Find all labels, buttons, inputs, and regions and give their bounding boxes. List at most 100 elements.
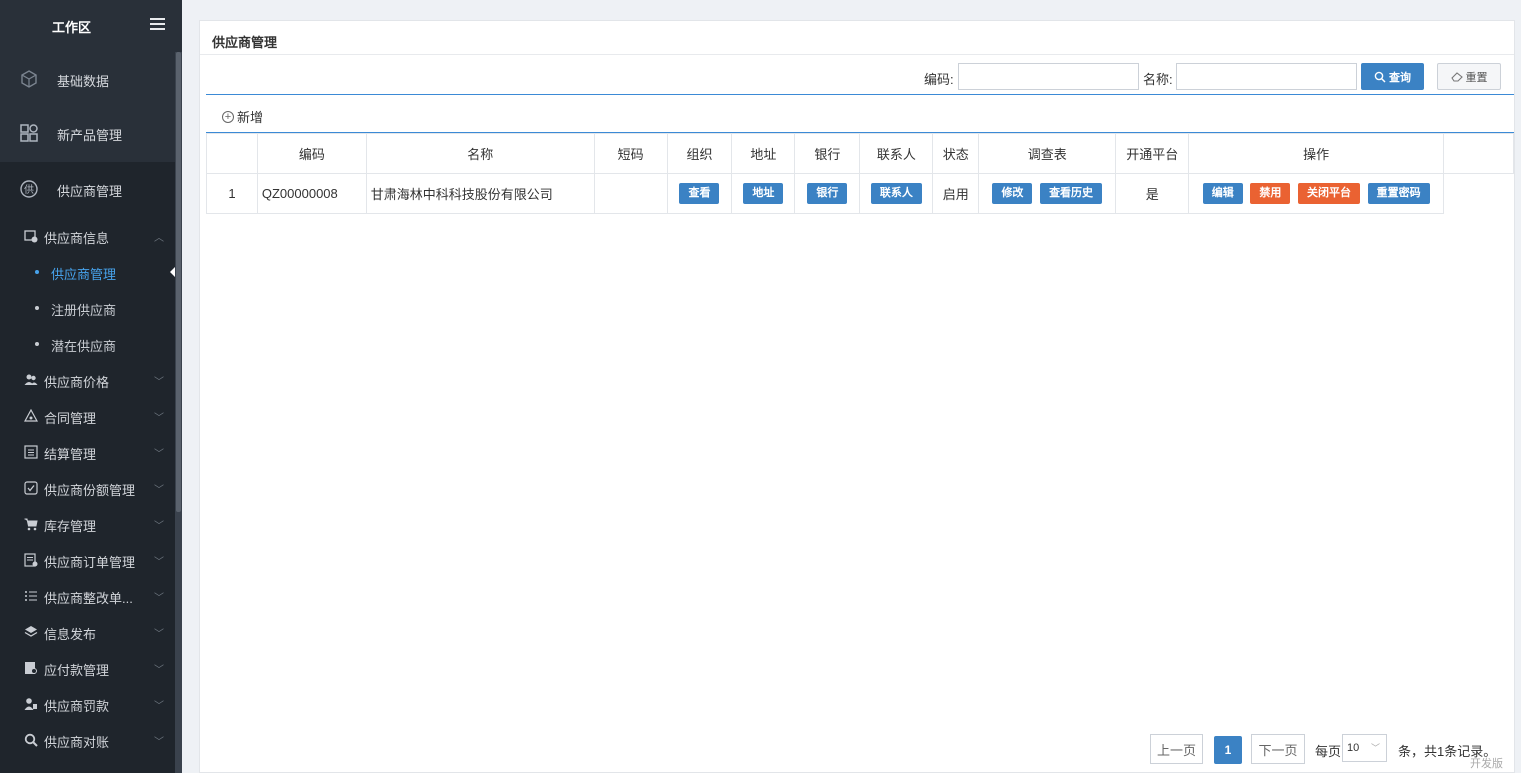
short-code: [593, 173, 668, 214]
sidebar-item-supplier-management[interactable]: 供 供应商管理: [0, 162, 175, 216]
sidebar-group-inventory[interactable]: 库存管理 ﹀: [0, 506, 175, 542]
bullet-list-icon: [24, 589, 38, 603]
column-header: 调查表: [978, 133, 1117, 174]
edit-button[interactable]: 编辑: [1202, 183, 1243, 204]
sidebar-leaf-label: 注册供应商: [51, 303, 117, 318]
disable-button[interactable]: 禁用: [1250, 183, 1291, 204]
sidebar-item-basic-data[interactable]: 基础数据: [0, 52, 175, 106]
column-header: [1443, 133, 1514, 174]
plus-circle-icon: +: [222, 110, 234, 123]
sidebar-group-label: 合同管理: [44, 411, 97, 426]
sidebar-group-contract[interactable]: 合同管理 ﹀: [0, 398, 175, 434]
sidebar-leaf-supplier-management[interactable]: 供应商管理: [0, 254, 176, 290]
sidebar-group-label: 供应商价格: [44, 375, 110, 390]
contact-button[interactable]: 联系人: [870, 183, 922, 204]
sidebar-group-label: 结算管理: [44, 447, 97, 462]
cube-icon: [19, 69, 39, 89]
table-row[interactable]: 1 QZ00000008 甘肃海林中科科技股份有限公司 查看 地址 银行 联系人…: [206, 173, 1514, 214]
main-panel: 供应商管理 编码: 名称: 查询 重置 + 新增 编码 名称 短码 组织 地址 …: [199, 20, 1515, 773]
bank-button[interactable]: 银行: [807, 183, 848, 204]
sidebar-scrollbar[interactable]: [175, 52, 182, 773]
sidebar-group-order[interactable]: 供应商订单管理 ﹀: [0, 542, 175, 578]
name-input[interactable]: [1176, 63, 1357, 90]
code-input[interactable]: [958, 63, 1139, 90]
page-title: 供应商管理: [212, 35, 278, 50]
reset-button[interactable]: 重置: [1437, 63, 1501, 90]
chevron-down-icon: ﹀: [154, 593, 164, 604]
sidebar-group-supplier-info[interactable]: 供应商信息 ︿: [0, 218, 175, 254]
sidebar-leaf-label: 供应商管理: [51, 267, 117, 282]
prev-page-button[interactable]: 上一页: [1150, 734, 1203, 764]
sidebar-leaf-potential-supplier[interactable]: 潜在供应商: [0, 326, 175, 362]
supplier-table: 编码 名称 短码 组织 地址 银行 联系人 状态 调查表 开通平台 操作 1 Q…: [206, 133, 1514, 214]
query-button[interactable]: 查询: [1361, 63, 1424, 90]
chevron-down-icon: ﹀: [154, 665, 164, 676]
view-history-button[interactable]: 查看历史: [1040, 183, 1103, 204]
add-button[interactable]: + 新增: [222, 107, 263, 126]
reset-password-button[interactable]: 重置密码: [1367, 183, 1430, 204]
code-label: 编码:: [924, 72, 954, 87]
sidebar-group-label: 供应商份额管理: [44, 483, 136, 498]
chevron-down-icon: ﹀: [1370, 743, 1380, 753]
sidebar-group-settlement[interactable]: 结算管理 ﹀: [0, 434, 175, 470]
sidebar-group-reconciliation[interactable]: 供应商对账 ﹀: [0, 722, 175, 758]
sidebar-group-penalty[interactable]: 供应商罚款 ﹀: [0, 686, 175, 722]
search-icon: [24, 733, 38, 747]
menu-toggle-icon[interactable]: [150, 18, 165, 31]
bullet-icon: [35, 342, 39, 346]
sidebar-group-payable[interactable]: 应付款管理 ﹀: [0, 650, 175, 686]
sidebar-item-label: 基础数据: [57, 74, 110, 89]
sidebar-group-share[interactable]: 供应商份额管理 ﹀: [0, 470, 175, 506]
chevron-down-icon: ﹀: [154, 449, 164, 460]
platform-cell: 是: [1115, 173, 1190, 214]
sidebar-group-info-publish[interactable]: 信息发布 ﹀: [0, 614, 175, 650]
sidebar-item-label: 新产品管理: [57, 128, 123, 143]
chevron-down-icon: ﹀: [154, 413, 164, 424]
grid-icon: [19, 123, 39, 143]
sidebar-group-label: 供应商对账: [44, 735, 110, 750]
bullet-icon: [35, 306, 39, 310]
edit-survey-button[interactable]: 修改: [992, 183, 1033, 204]
order-icon: [24, 553, 38, 567]
next-page-button[interactable]: 下一页: [1251, 734, 1305, 764]
sidebar-group-supplier-price[interactable]: 供应商价格 ﹀: [0, 362, 175, 398]
org-cell: 查看: [666, 173, 733, 214]
current-page-button[interactable]: 1: [1214, 736, 1242, 764]
sidebar-group-label: 供应商整改单...: [44, 591, 133, 606]
sidebar-group-label: 供应商订单管理: [44, 555, 136, 570]
name-label: 名称:: [1143, 72, 1173, 87]
supplier-info-icon: [24, 229, 38, 243]
sidebar-group-label: 库存管理: [44, 519, 97, 534]
query-label: 查询: [1389, 71, 1411, 84]
column-header: 状态: [932, 133, 980, 174]
workspace-title: 工作区: [52, 20, 92, 35]
view-org-button[interactable]: 查看: [679, 183, 720, 204]
row-index: 1: [206, 173, 258, 214]
search-icon: [1374, 71, 1386, 83]
toolbar: + 新增: [206, 96, 1514, 133]
survey-cell: 修改 查看历史: [978, 173, 1117, 214]
per-page-label: 每页: [1315, 744, 1342, 759]
reset-label: 重置: [1465, 71, 1488, 84]
sidebar-item-new-product[interactable]: 新产品管理: [0, 106, 175, 160]
add-label: 新增: [237, 110, 264, 125]
address-button[interactable]: 地址: [743, 183, 784, 204]
users-icon: [24, 373, 38, 387]
sidebar-group-rectification[interactable]: 供应商整改单... ﹀: [0, 578, 175, 614]
operations-cell: 编辑 禁用 关闭平台 重置密码: [1188, 173, 1445, 214]
chevron-down-icon: ﹀: [154, 701, 164, 712]
scrollbar-thumb[interactable]: [176, 52, 181, 512]
per-page-select[interactable]: 10 ﹀: [1342, 734, 1387, 762]
workspace-header: 工作区: [0, 0, 175, 52]
per-page-value: 10: [1347, 742, 1360, 754]
column-header: 开通平台: [1115, 133, 1190, 174]
eraser-icon: [1450, 71, 1463, 82]
contact-cell: 联系人: [859, 173, 934, 214]
sidebar-group-label: 信息发布: [44, 627, 97, 642]
chevron-down-icon: ﹀: [154, 485, 164, 496]
close-platform-button[interactable]: 关闭平台: [1297, 183, 1360, 204]
sidebar-group-label: 供应商罚款: [44, 699, 110, 714]
column-header: 名称: [365, 133, 595, 174]
empty-cell: [1444, 174, 1514, 214]
sidebar-leaf-registered-supplier[interactable]: 注册供应商: [0, 290, 175, 326]
